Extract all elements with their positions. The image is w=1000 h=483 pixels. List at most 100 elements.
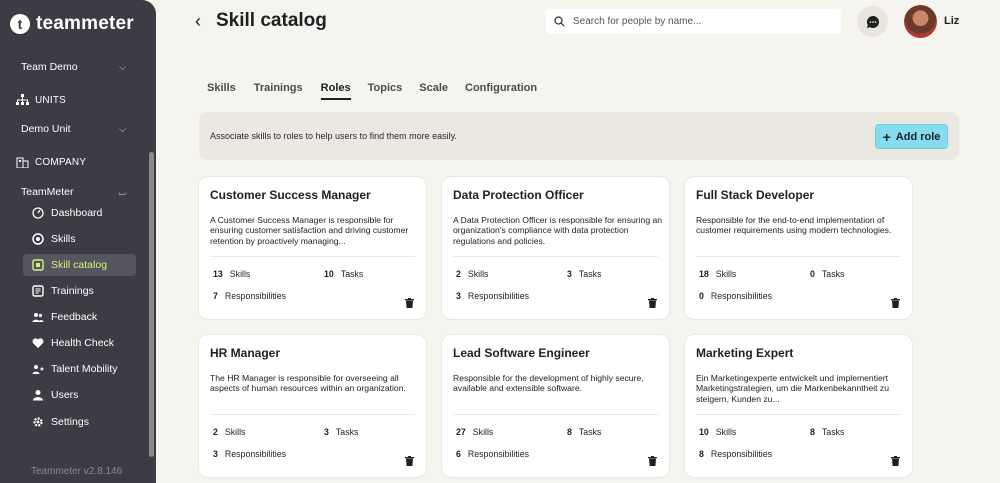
tasks-count-value: 8 [567, 427, 572, 437]
sidebar-item-skill-catalog[interactable]: Skill catalog [23, 254, 136, 276]
role-description: Ein Marketingexperte entwickelt und impl… [696, 373, 889, 404]
trash-icon[interactable] [405, 456, 414, 466]
skills-count-label: Skills [472, 427, 494, 437]
sidebar-item-skills[interactable]: Skills [23, 228, 136, 250]
logo-text: teammeter [36, 13, 134, 34]
responsibilities-count-label: Responsibilities [224, 291, 287, 301]
tasks-count-label: Tasks [335, 427, 359, 437]
tab-skills[interactable]: Skills [207, 82, 236, 100]
sidebar-item-users[interactable]: Users [23, 384, 136, 406]
responsibilities-count-value: 3 [456, 291, 461, 301]
trash-icon[interactable] [405, 298, 414, 308]
responsibilities-count: 6 Responsibilities [456, 449, 529, 459]
heart-icon [32, 338, 44, 348]
responsibilities-count-label: Responsibilities [710, 449, 773, 459]
add-role-button[interactable]: + Add role [875, 124, 948, 149]
tasks-count: 0 Tasks [810, 269, 844, 279]
tab-topics[interactable]: Topics [368, 82, 403, 100]
team-select[interactable]: Team Demo ⌵ [0, 56, 148, 78]
sidebar-item-health-check[interactable]: Health Check [23, 332, 136, 354]
role-card[interactable]: Marketing Expert Ein Marketingexperte en… [685, 335, 912, 477]
chevron-up-icon: ⌴ [118, 186, 126, 197]
sidebar-item-feedback[interactable]: Feedback [23, 306, 136, 328]
tasks-count-label: Tasks [578, 269, 602, 279]
sidebar-item-label: Users [51, 389, 79, 401]
catalog-icon [32, 259, 44, 271]
unit-select[interactable]: Demo Unit ⌵ [0, 118, 148, 140]
role-description: Responsible for the end-to-end implement… [696, 215, 892, 236]
tasks-count-value: 3 [324, 427, 329, 437]
tasks-count: 8 Tasks [567, 427, 601, 437]
role-card[interactable]: Full Stack Developer Responsible for the… [685, 177, 912, 319]
back-button[interactable]: ‹ [195, 11, 201, 32]
company-select[interactable]: TeamMeter ⌴ [0, 181, 148, 203]
tab-configuration[interactable]: Configuration [465, 82, 537, 100]
logo-mark: t [10, 14, 30, 34]
skills-count-label: Skills [467, 269, 489, 279]
company-label: COMPANY [35, 156, 87, 168]
responsibilities-count-label: Responsibilities [224, 449, 287, 459]
tasks-count: 8 Tasks [810, 427, 844, 437]
sidebar-item-label: Trainings [51, 285, 94, 297]
sidebar-item-talent-mobility[interactable]: Talent Mobility [23, 358, 136, 380]
card-divider [210, 414, 415, 415]
responsibilities-count: 3 Responsibilities [456, 291, 529, 301]
card-divider [453, 414, 658, 415]
responsibilities-count: 3 Responsibilities [213, 449, 286, 459]
sidebar-item-label: Skill catalog [51, 259, 108, 271]
sidebar-item-settings[interactable]: Settings [23, 411, 136, 433]
sidebar-item-label: Dashboard [51, 207, 103, 219]
responsibilities-count-label: Responsibilities [467, 291, 530, 301]
skills-count-value: 2 [456, 269, 461, 279]
unit-select-label: Demo Unit [21, 123, 71, 135]
tab-roles[interactable]: Roles [320, 82, 351, 100]
role-card[interactable]: Data Protection Officer A Data Protectio… [442, 177, 669, 319]
sidebar-item-trainings[interactable]: Trainings [23, 280, 136, 302]
users-icon [33, 390, 43, 401]
role-description: A Customer Success Manager is responsibl… [210, 215, 409, 246]
responsibilities-count: 0 Responsibilities [699, 291, 772, 301]
company-select-label: TeamMeter [21, 186, 74, 198]
sidebar: t teammeter Team Demo ⌵ UNITS Demo Unit … [0, 0, 156, 483]
role-card[interactable]: Customer Success Manager A Customer Succ… [199, 177, 426, 319]
chat-button[interactable] [857, 6, 888, 37]
role-card[interactable]: HR Manager The HR Manager is responsible… [199, 335, 426, 477]
user-name[interactable]: Liz [944, 15, 959, 27]
search-icon [554, 16, 565, 27]
trash-icon[interactable] [648, 456, 657, 466]
tab-scale[interactable]: Scale [419, 82, 448, 100]
tasks-count-label: Tasks [821, 269, 845, 279]
skills-count-value: 13 [213, 269, 223, 279]
people-search[interactable] [546, 9, 841, 34]
search-input[interactable] [573, 16, 823, 27]
trash-icon[interactable] [891, 298, 900, 308]
chat-icon [866, 15, 879, 28]
logo[interactable]: t teammeter [10, 13, 134, 35]
sidebar-item-dashboard[interactable]: Dashboard [23, 202, 136, 224]
tasks-count-value: 10 [324, 269, 334, 279]
company-section: COMPANY [0, 151, 148, 173]
card-divider [696, 414, 901, 415]
app-version: Teammeter v2.8.146 [31, 466, 123, 477]
avatar[interactable] [904, 5, 937, 38]
responsibilities-count-value: 7 [213, 291, 218, 301]
hierarchy-icon [16, 94, 29, 105]
tab-trainings[interactable]: Trainings [254, 82, 303, 100]
responsibilities-count-value: 0 [699, 291, 704, 301]
responsibilities-count: 7 Responsibilities [213, 291, 286, 301]
gear-icon [33, 417, 43, 427]
card-divider [696, 256, 901, 257]
tasks-count: 3 Tasks [324, 427, 358, 437]
responsibilities-count: 8 Responsibilities [699, 449, 772, 459]
role-card[interactable]: Lead Software Engineer Responsible for t… [442, 335, 669, 477]
sidebar-item-label: Skills [51, 233, 76, 245]
card-divider [453, 256, 658, 257]
role-title: Full Stack Developer [696, 188, 815, 202]
trash-icon[interactable] [891, 456, 900, 466]
tasks-count: 10 Tasks [324, 269, 363, 279]
tasks-count-value: 3 [567, 269, 572, 279]
trash-icon[interactable] [648, 298, 657, 308]
team-select-label: Team Demo [21, 61, 78, 73]
sidebar-scrollbar[interactable] [149, 152, 154, 457]
responsibilities-count-label: Responsibilities [467, 449, 530, 459]
